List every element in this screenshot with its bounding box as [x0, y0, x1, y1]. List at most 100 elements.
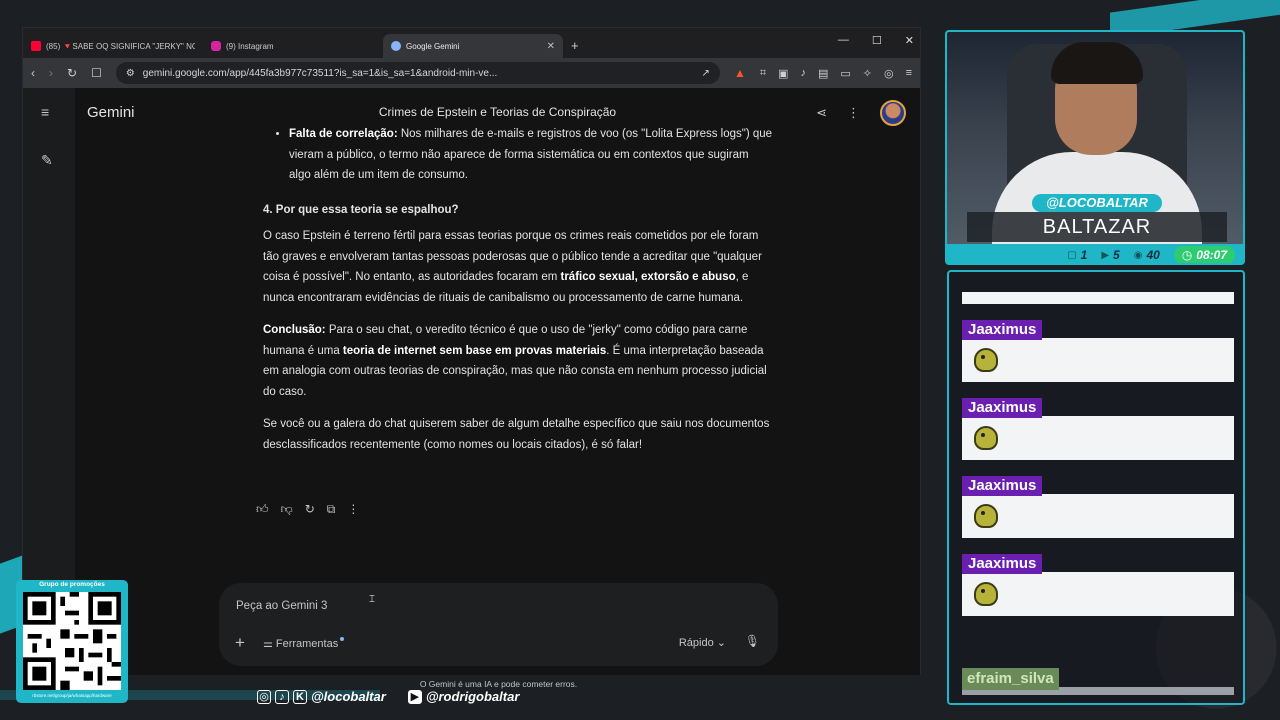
brand-title[interactable]: Gemini: [87, 104, 135, 121]
chat-username: Jaaximus: [962, 320, 1043, 340]
social-handles: ◎ ♪ K @locobaltar ▶ @rodrigobaltar: [257, 689, 519, 704]
stream-stats: ▢ 1 ▶ 5 ◉ 40 ◷ 08:07: [947, 244, 1243, 263]
copy-icon[interactable]: ⧉: [327, 502, 336, 517]
response-actions: 👍︎ 👎︎ ↻ ⧉ ⋮: [256, 502, 359, 517]
conversation-title: Crimes de Epstein e Teorias de Conspiraç…: [378, 105, 617, 119]
clock-icon: ◷: [1181, 248, 1193, 262]
maximize-button[interactable]: ☐: [872, 34, 882, 47]
closing-paragraph: Se você ou a galera do chat quiserem sab…: [263, 418, 770, 451]
new-chat-icon[interactable]: ✎: [41, 152, 53, 169]
chat-message-partial: [962, 292, 1234, 304]
tools-badge: [340, 636, 345, 641]
streamer-name: BALTAZAR: [967, 212, 1227, 242]
qr-title: Grupo de promoções: [39, 581, 105, 588]
sidebar-toggle-icon[interactable]: ▤: [818, 67, 828, 80]
browser-window: (85) 🔻SABE OQ SIGNIFICA "JERKY" NO CÓ (9…: [22, 27, 921, 689]
add-icon[interactable]: +: [235, 633, 245, 653]
chat-stat: ▢ 1: [1067, 248, 1088, 262]
tab-gemini[interactable]: Google Gemini ✕: [383, 34, 563, 58]
social-handle: @locobaltar: [311, 689, 386, 704]
more-icon[interactable]: ⋮: [347, 502, 359, 517]
window-controls: — ☐ ✕: [838, 34, 914, 47]
ai-icon[interactable]: ✧: [863, 67, 872, 80]
extension-icons: ⌗ ▣ ♪ ▤ ▭ ✧ ◎ ≡: [760, 67, 912, 80]
chat-bubble: [962, 416, 1234, 460]
qr-url: rbstore.net/group/ja/whatsapp/hardware: [32, 693, 112, 698]
chat-message: Jaaximus: [962, 398, 1234, 460]
bookmark-icon[interactable]: ☐: [91, 66, 102, 80]
chat-username: Jaaximus: [962, 398, 1043, 418]
back-icon[interactable]: ‹: [31, 66, 35, 80]
youtube-icon: ▶: [407, 689, 422, 704]
chat-bubble: [962, 338, 1234, 382]
mode-selector[interactable]: Rápido ⌄: [679, 636, 726, 649]
regenerate-icon[interactable]: ↻: [305, 502, 315, 517]
viewers-stat: ◉ 40: [1133, 248, 1160, 262]
tab-youtube[interactable]: (85) 🔻SABE OQ SIGNIFICA "JERKY" NO CÓ: [23, 34, 203, 58]
share-icon[interactable]: ⋖: [816, 105, 827, 121]
close-tab-icon[interactable]: ✕: [547, 41, 555, 52]
tab-title: Google Gemini: [406, 41, 460, 51]
site-info-icon[interactable]: ⚙: [126, 68, 135, 79]
music-icon[interactable]: ♪: [800, 67, 806, 80]
social-group: ◎ ♪ K @locobaltar: [257, 689, 386, 704]
chat-bubble: [962, 572, 1234, 616]
response-content: Falta de correlação: Nos milhares de e-m…: [263, 124, 773, 467]
minimize-button[interactable]: —: [838, 34, 849, 47]
disclaimer: O Gemini é uma IA e pode cometer erros.: [419, 679, 578, 689]
new-tab-button[interactable]: +: [571, 38, 579, 53]
mic-icon[interactable]: 🎙︎: [745, 634, 760, 648]
tab-title: (9) Instagram: [226, 41, 274, 51]
stream-chat: Jaaximus Jaaximus Jaaximus Jaaximus efra…: [947, 270, 1245, 705]
chat-username: Jaaximus: [962, 476, 1043, 496]
chat-message: Jaaximus: [962, 476, 1234, 538]
tab-bar: (85) 🔻SABE OQ SIGNIFICA "JERKY" NO CÓ (9…: [23, 28, 920, 58]
emote-icon: [974, 426, 998, 450]
share-icon[interactable]: ↗: [702, 68, 710, 79]
mouse-cursor: ⌶: [369, 594, 375, 605]
tools-button[interactable]: ⚌ Ferramentas: [263, 636, 345, 650]
menu-icon[interactable]: ≡: [906, 67, 912, 80]
chat-bubble: [962, 494, 1234, 538]
hamburger-menu-icon[interactable]: ≡: [41, 104, 49, 120]
streamer-handle: @LOCOBALTAR: [1032, 194, 1162, 212]
youtube-stat: ▶ 5: [1101, 248, 1120, 262]
reload-icon[interactable]: ↻: [67, 66, 77, 80]
kick-icon: K: [293, 689, 307, 704]
emote-icon: [974, 504, 998, 528]
url-field[interactable]: ⚙ gemini.google.com/app/445fa3b977c73511…: [115, 62, 720, 84]
gemini-app: ≡ ✎ Gemini Crimes de Epstein e Teorias d…: [23, 88, 920, 689]
chat-username: efraim_silva: [962, 668, 1059, 690]
forward-icon[interactable]: ›: [49, 66, 53, 80]
thumbs-down-icon[interactable]: 👎︎: [281, 502, 293, 517]
address-bar: ‹ › ↻ ☐ ⚙ gemini.google.com/app/445fa3b9…: [23, 58, 920, 88]
brave-shield-icon[interactable]: ▲: [734, 66, 746, 80]
viewers-icon: ◉: [1133, 249, 1143, 261]
thumbs-up-icon[interactable]: 👍︎: [256, 502, 269, 517]
stream-timer: ◷ 08:07: [1173, 246, 1235, 263]
tiktok-icon: ♪: [275, 689, 289, 704]
youtube-icon: [31, 41, 41, 51]
streamer-hair: [1051, 42, 1143, 84]
emote-icon: [974, 348, 998, 372]
composer[interactable]: Peça ao Gemini 3 + ⚌ Ferramentas Rápido …: [219, 583, 778, 666]
chat-message: Jaaximus: [962, 554, 1234, 616]
section-heading: 4. Por que essa teoria se espalhou?: [263, 203, 459, 216]
more-options-icon[interactable]: ⋮: [847, 105, 860, 121]
chat-icon: ▢: [1067, 249, 1077, 261]
url-text[interactable]: gemini.google.com/app/445fa3b977c73511?i…: [143, 68, 694, 79]
extension-icon[interactable]: ⌗: [760, 67, 766, 80]
tab-instagram[interactable]: (9) Instagram: [203, 34, 383, 58]
vpn-icon[interactable]: ◎: [884, 67, 894, 80]
gemini-icon: [391, 41, 401, 51]
screenshot-icon[interactable]: ▣: [778, 67, 788, 80]
avatar[interactable]: [880, 100, 906, 126]
close-window-button[interactable]: ✕: [905, 34, 914, 47]
chat-username: Jaaximus: [962, 554, 1043, 574]
social-handle: @rodrigobaltar: [425, 689, 520, 704]
social-group: ▶ @rodrigobaltar: [407, 689, 520, 704]
qr-code: [23, 592, 121, 690]
wallet-icon[interactable]: ▭: [840, 67, 850, 80]
prompt-input[interactable]: Peça ao Gemini 3: [236, 600, 327, 612]
chat-message: Jaaximus: [962, 320, 1234, 382]
